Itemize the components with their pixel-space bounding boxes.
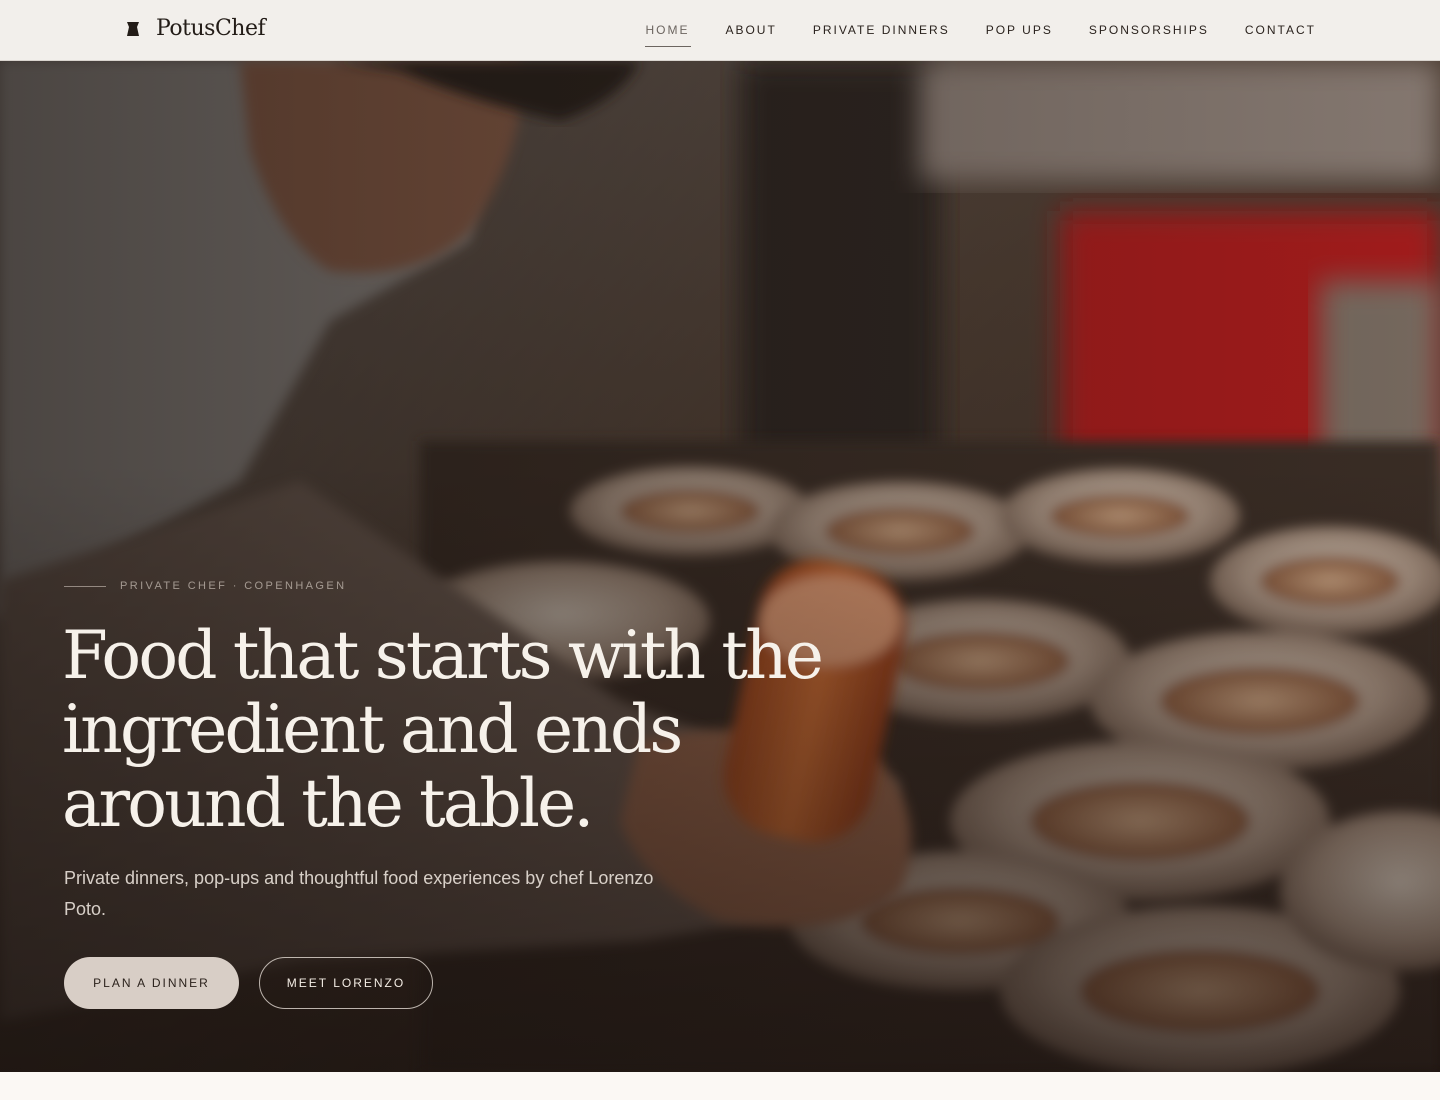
nav-link-about[interactable]: ABOUT <box>725 23 776 39</box>
nav-link-private-dinners[interactable]: PRIVATE DINNERS <box>813 23 950 39</box>
nav-link-pop-ups[interactable]: POP UPS <box>986 23 1053 39</box>
hero-section: PRIVATE CHEF · COPENHAGEN Food that star… <box>0 61 1440 1072</box>
nav-link-contact[interactable]: CONTACT <box>1245 23 1316 39</box>
nav-link-home[interactable]: HOME <box>645 23 689 39</box>
plan-dinner-button[interactable]: PLAN A DINNER <box>64 957 239 1009</box>
hero-eyebrow: PRIVATE CHEF · COPENHAGEN <box>64 580 346 592</box>
hero-subtitle: Private dinners, pop-ups and thoughtful … <box>64 868 654 919</box>
hero-title: Food that starts with the ingredient and… <box>62 617 824 842</box>
main-nav: HOME ABOUT PRIVATE DINNERS POP UPS SPONS… <box>645 0 1316 60</box>
next-section-edge <box>0 1072 1440 1100</box>
eyebrow-text: PRIVATE CHEF · COPENHAGEN <box>120 580 347 592</box>
brand-logo-link[interactable]: PotusChef <box>124 14 266 44</box>
nav-link-sponsorships[interactable]: SPONSORSHIPS <box>1089 23 1209 39</box>
eyebrow-rule <box>64 585 106 587</box>
meet-lorenzo-button[interactable]: MEET LORENZO <box>259 957 433 1009</box>
chef-hat-icon <box>127 22 139 36</box>
brand-name: PotusChef <box>156 16 266 41</box>
site-header: PotusChef HOME ABOUT PRIVATE DINNERS POP… <box>0 0 1440 61</box>
